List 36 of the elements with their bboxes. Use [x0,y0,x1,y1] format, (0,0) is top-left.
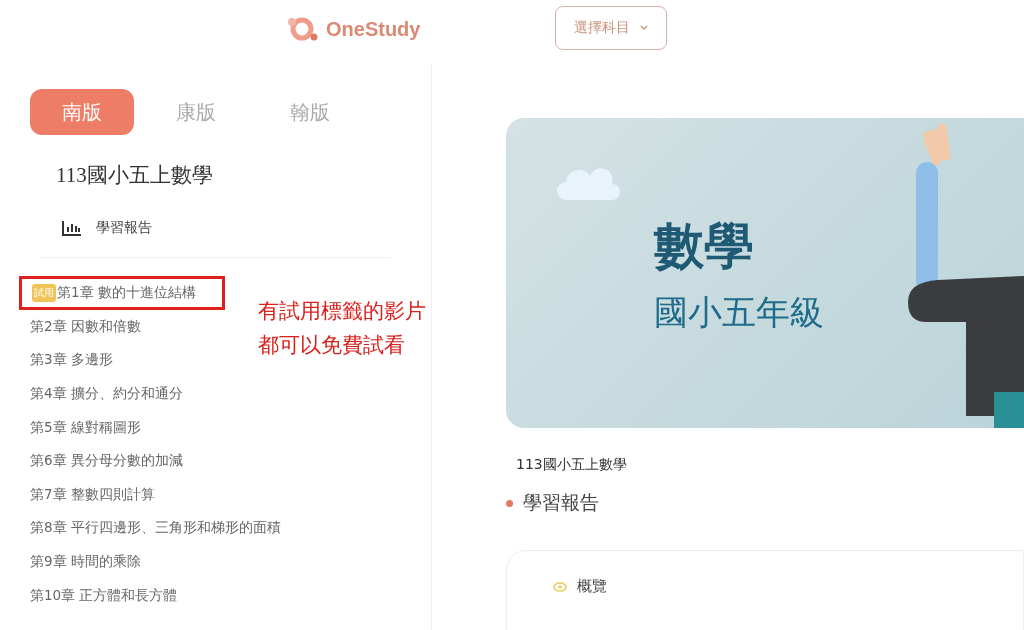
overview-tab[interactable]: 概覽 [577,577,607,596]
chapter-link[interactable]: 試用 第1章 數的十進位結構 [19,276,225,310]
chapter-link[interactable]: 第7章 整數四則計算 [30,477,155,512]
course-title: 113國小五上數學 [56,162,214,189]
chapter-title: 第2章 因數和倍數 [30,317,141,336]
chapter-link[interactable]: 第5章 線對稱圖形 [30,410,141,445]
logo-text: OneStudy [326,17,421,41]
chapter-title: 第1章 數的十進位結構 [57,284,196,302]
section-title: 學習報告 [523,490,599,515]
chapter-title: 第5章 線對稱圖形 [30,418,141,437]
banner-subtitle: 國小五年級 [654,291,824,334]
chapter-title: 第9章 時間的乘除 [30,552,141,571]
banner-title: 數學 [654,216,754,277]
chapter-link[interactable]: 第3章 多邊形 [30,343,113,378]
chapter-title: 第10章 正方體和長方體 [30,586,178,605]
chapter-link[interactable]: 第9章 時間的乘除 [30,545,141,579]
chapter-link[interactable]: 第8章 平行四邊形、三角形和梯形的面積 [30,511,281,546]
logo-icon [286,16,320,42]
chapter-title: 第6章 異分母分數的加減 [30,452,183,471]
chapter-link[interactable]: 第2章 因數和倍數 [30,310,141,344]
eye-icon [553,581,567,592]
chapter-link[interactable]: 第10章 正方體和長方體 [30,578,178,613]
bullet-dot [506,499,513,507]
chapter-title: 第7章 整數四則計算 [30,485,155,504]
annotation-text: 有試用標籤的影片 都可以免費試看 [258,298,426,359]
chapter-title: 第4章 擴分、約分和通分 [30,385,183,403]
trial-badge: 試用 [32,284,56,302]
chevron-down-icon [640,25,648,31]
chapter-title: 第3章 多邊形 [30,351,113,370]
chapter-title: 第8章 平行四邊形、三角形和梯形的面積 [30,519,281,538]
report-link[interactable]: 學習報告 [62,219,431,237]
chapter-link[interactable]: 第4章 擴分、約分和通分 [30,377,183,411]
chapter-link[interactable]: 第6章 異分母分數的加減 [30,444,183,478]
bar-chart-icon [62,220,82,236]
course-title: 113國小五上數學 [516,456,628,474]
cloud-icon [556,166,622,202]
